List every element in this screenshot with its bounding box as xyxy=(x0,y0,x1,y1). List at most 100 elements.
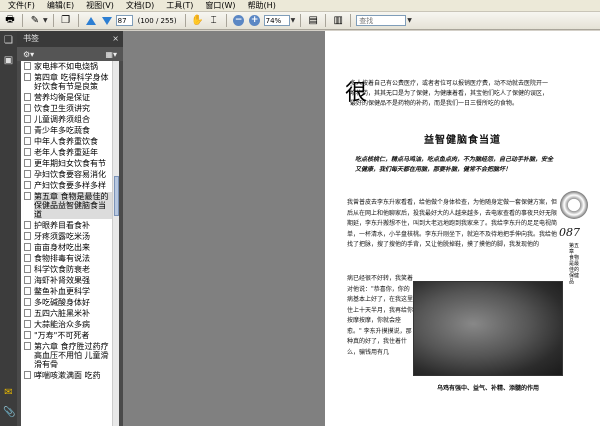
page-number-input[interactable] xyxy=(115,15,133,26)
bookmark-label: 科学饮食防衰老 xyxy=(34,265,90,274)
bookmark-label: 哮喘咳漱满面 吃药 xyxy=(34,371,101,380)
bookmark-item[interactable]: "万寿"不可死者 xyxy=(21,330,119,341)
bookmark-label: 青少年多吃蔬食 xyxy=(34,126,90,135)
bookmark-item[interactable]: 青少年多吃蔬食 xyxy=(21,125,119,136)
chevron-down-icon[interactable]: ▼ xyxy=(291,17,296,24)
bookmark-item[interactable]: 儿童调养须组合 xyxy=(21,114,119,125)
bookmark-item[interactable]: 食物排毒有说法 xyxy=(21,253,119,264)
bookmark-page-icon xyxy=(24,342,31,350)
menu-edit[interactable]: 编辑(E) xyxy=(41,0,80,12)
fit-width-icon[interactable]: ▥ xyxy=(331,14,345,28)
bookmark-item[interactable]: 家电摔不如电烧锅 xyxy=(21,61,119,72)
page-count: (100 / 255) xyxy=(137,16,177,25)
chevron-down-icon[interactable]: ▼ xyxy=(43,17,48,24)
bookmark-label: 牙疼须露吃米汤 xyxy=(34,232,90,241)
bookmark-item[interactable]: 鳖鱼补血更科学 xyxy=(21,286,119,297)
toolbar-separator xyxy=(325,14,327,27)
bookmark-item[interactable]: 营养均衡是保证 xyxy=(21,92,119,103)
toolbar-separator xyxy=(300,14,302,27)
copy-pages-icon[interactable]: ❐ xyxy=(59,14,73,28)
bookmark-item[interactable]: 牙疼须露吃米汤 xyxy=(21,231,119,242)
menu-tools[interactable]: 工具(T) xyxy=(160,0,199,12)
attachments-icon[interactable]: 📎 xyxy=(3,407,15,419)
scrollbar-thumb[interactable] xyxy=(114,176,119,216)
document-page: 很 多人按着自己有公费医疗，或者者位可以报销医疗费，动不动就去医院开一堆补药，其… xyxy=(325,31,600,426)
motto-paragraph: 吃点核桃仁，精点马鸡油，吃点鱼点肉，不为脑经怨，自己动手补脑，安全又健康，我们每… xyxy=(355,156,554,173)
yin-yang-logo xyxy=(560,191,588,219)
bookmark-page-icon xyxy=(24,126,31,134)
bookmark-item[interactable]: 更年期妇女饮食有节 xyxy=(21,158,119,169)
search-input[interactable] xyxy=(356,15,407,26)
bookmark-label: 食物排毒有说法 xyxy=(34,254,90,263)
menu-help[interactable]: 帮助(H) xyxy=(242,0,282,12)
bookmark-item[interactable]: 第四章 吃得科学身体好饮食有节是良策 xyxy=(21,72,119,92)
previous-page-button[interactable] xyxy=(84,14,98,28)
bookmark-item[interactable]: 产妇饮食要多样多样 xyxy=(21,180,119,191)
comments-icon[interactable]: ✉ xyxy=(3,387,14,399)
bookmark-page-icon xyxy=(24,73,31,81)
bookmarks-scrollbar[interactable] xyxy=(112,61,119,426)
toolbar-separator xyxy=(225,14,227,27)
zoom-in-button[interactable]: + xyxy=(248,14,262,28)
bookmarks-panel: 书签 × ⚙▾ ▦▾ 家电摔不如电烧锅 第四章 吃得科学身体好饮食有节是良策 营养均… xyxy=(17,31,123,426)
bookmark-page-icon xyxy=(24,371,31,379)
photo-caption: 乌鸡有强中、益气、补精、添髓的作用 xyxy=(436,385,539,392)
bookmark-item[interactable]: 第六章 食疗胜过药疗高血压不用怕 儿童滑滑有骨 xyxy=(21,341,119,370)
bookmark-item[interactable]: 多吃碱酸身体好 xyxy=(21,297,119,308)
bookmark-item[interactable]: 五四六脏黑米补 xyxy=(21,308,119,319)
zoom-out-button[interactable]: − xyxy=(232,14,246,28)
bookmark-label: 大蒜能治众多病 xyxy=(34,320,90,329)
bookmark-item[interactable]: 饮食卫生须讲究 xyxy=(21,103,119,114)
bookmark-page-icon xyxy=(24,170,31,178)
bookmark-label: 老年人食养重延年 xyxy=(34,148,98,157)
bookmarks-title: 书签 xyxy=(23,34,39,43)
bookmark-page-icon xyxy=(24,115,31,123)
sign-icon[interactable]: ✎ xyxy=(28,14,42,28)
intro-paragraph: 多人按着自己有公费医疗，或者者位可以报销医疗费，动不动就去医院开一堆补药，其其无… xyxy=(350,80,549,107)
next-page-button[interactable] xyxy=(100,14,114,28)
bookmark-item[interactable]: 第五章 食物是最佳的保健品益智健脑食当道 xyxy=(21,191,119,220)
bookmark-item[interactable]: 护眼养目看食补 xyxy=(21,220,119,231)
options-icon[interactable]: ⚙▾ xyxy=(23,50,34,59)
bookmark-label: 第五章 食物是最佳的保健品益智健脑食当道 xyxy=(34,192,119,219)
bookmark-item[interactable]: 亩亩身材吃出来 xyxy=(21,242,119,253)
bookmark-label: 产妇饮食要多样多样 xyxy=(34,181,106,190)
bookmark-page-icon xyxy=(24,309,31,317)
body-paragraph-side: 病已经很不好转，我笑着对他说："恭喜你，你的病基本上好了，在我这里住上十天半月，… xyxy=(347,275,414,356)
bookmark-page-icon xyxy=(24,181,31,189)
expand-icon[interactable]: ▦▾ xyxy=(105,50,117,59)
close-icon[interactable]: × xyxy=(112,31,119,47)
select-tool-icon[interactable]: ⌶ xyxy=(207,14,221,28)
bookmark-item[interactable]: 老年人食养重延年 xyxy=(21,147,119,158)
bookmark-item[interactable]: 中年人食养重饮食 xyxy=(21,136,119,147)
bookmarks-toolbar: ⚙▾ ▦▾ xyxy=(17,47,123,61)
bookmark-label: 营养均衡是保证 xyxy=(34,93,90,102)
pages-icon[interactable]: ❏ xyxy=(3,35,14,47)
toolbar-separator xyxy=(350,14,352,27)
menu-file[interactable]: 文件(F) xyxy=(2,0,41,12)
zoom-input[interactable] xyxy=(263,15,290,26)
fit-page-icon[interactable]: ▤ xyxy=(306,14,320,28)
bookmark-item[interactable]: 大蒜能治众多病 xyxy=(21,319,119,330)
menu-view[interactable]: 视图(V) xyxy=(80,0,120,12)
bookmarks-list: 家电摔不如电烧锅 第四章 吃得科学身体好饮食有节是良策 营养均衡是保证 饮食卫生须讲究… xyxy=(21,61,119,426)
bookmarks-icon[interactable]: ▣ xyxy=(3,55,14,67)
bookmark-page-icon xyxy=(24,276,31,284)
soup-photo xyxy=(413,281,563,376)
section-heading: 益智健脑食当道 xyxy=(424,135,501,146)
bookmark-item[interactable]: 哮喘咳漱满面 吃药 xyxy=(21,370,119,381)
bookmark-label: 更年期妇女饮食有节 xyxy=(34,159,106,168)
toolbar-separator xyxy=(184,14,186,27)
bookmark-label: 海虾补肾效果强 xyxy=(34,276,90,285)
bookmark-item[interactable]: 科学饮食防衰老 xyxy=(21,264,119,275)
chevron-down-icon[interactable]: ▼ xyxy=(407,17,412,24)
chapter-side-title: 第五章 食物是最佳的保健品 xyxy=(569,243,580,285)
hand-tool-icon[interactable]: ✋ xyxy=(191,14,205,28)
menu-document[interactable]: 文档(D) xyxy=(120,0,160,12)
bookmark-item[interactable]: 海虾补肾效果强 xyxy=(21,275,119,286)
print-icon[interactable]: 🖶 xyxy=(3,14,17,28)
page-number-label: 087 xyxy=(559,226,580,239)
menu-window[interactable]: 窗口(W) xyxy=(199,0,241,12)
bookmark-page-icon xyxy=(24,93,31,101)
bookmark-item[interactable]: 孕妇饮食要容易消化 xyxy=(21,169,119,180)
